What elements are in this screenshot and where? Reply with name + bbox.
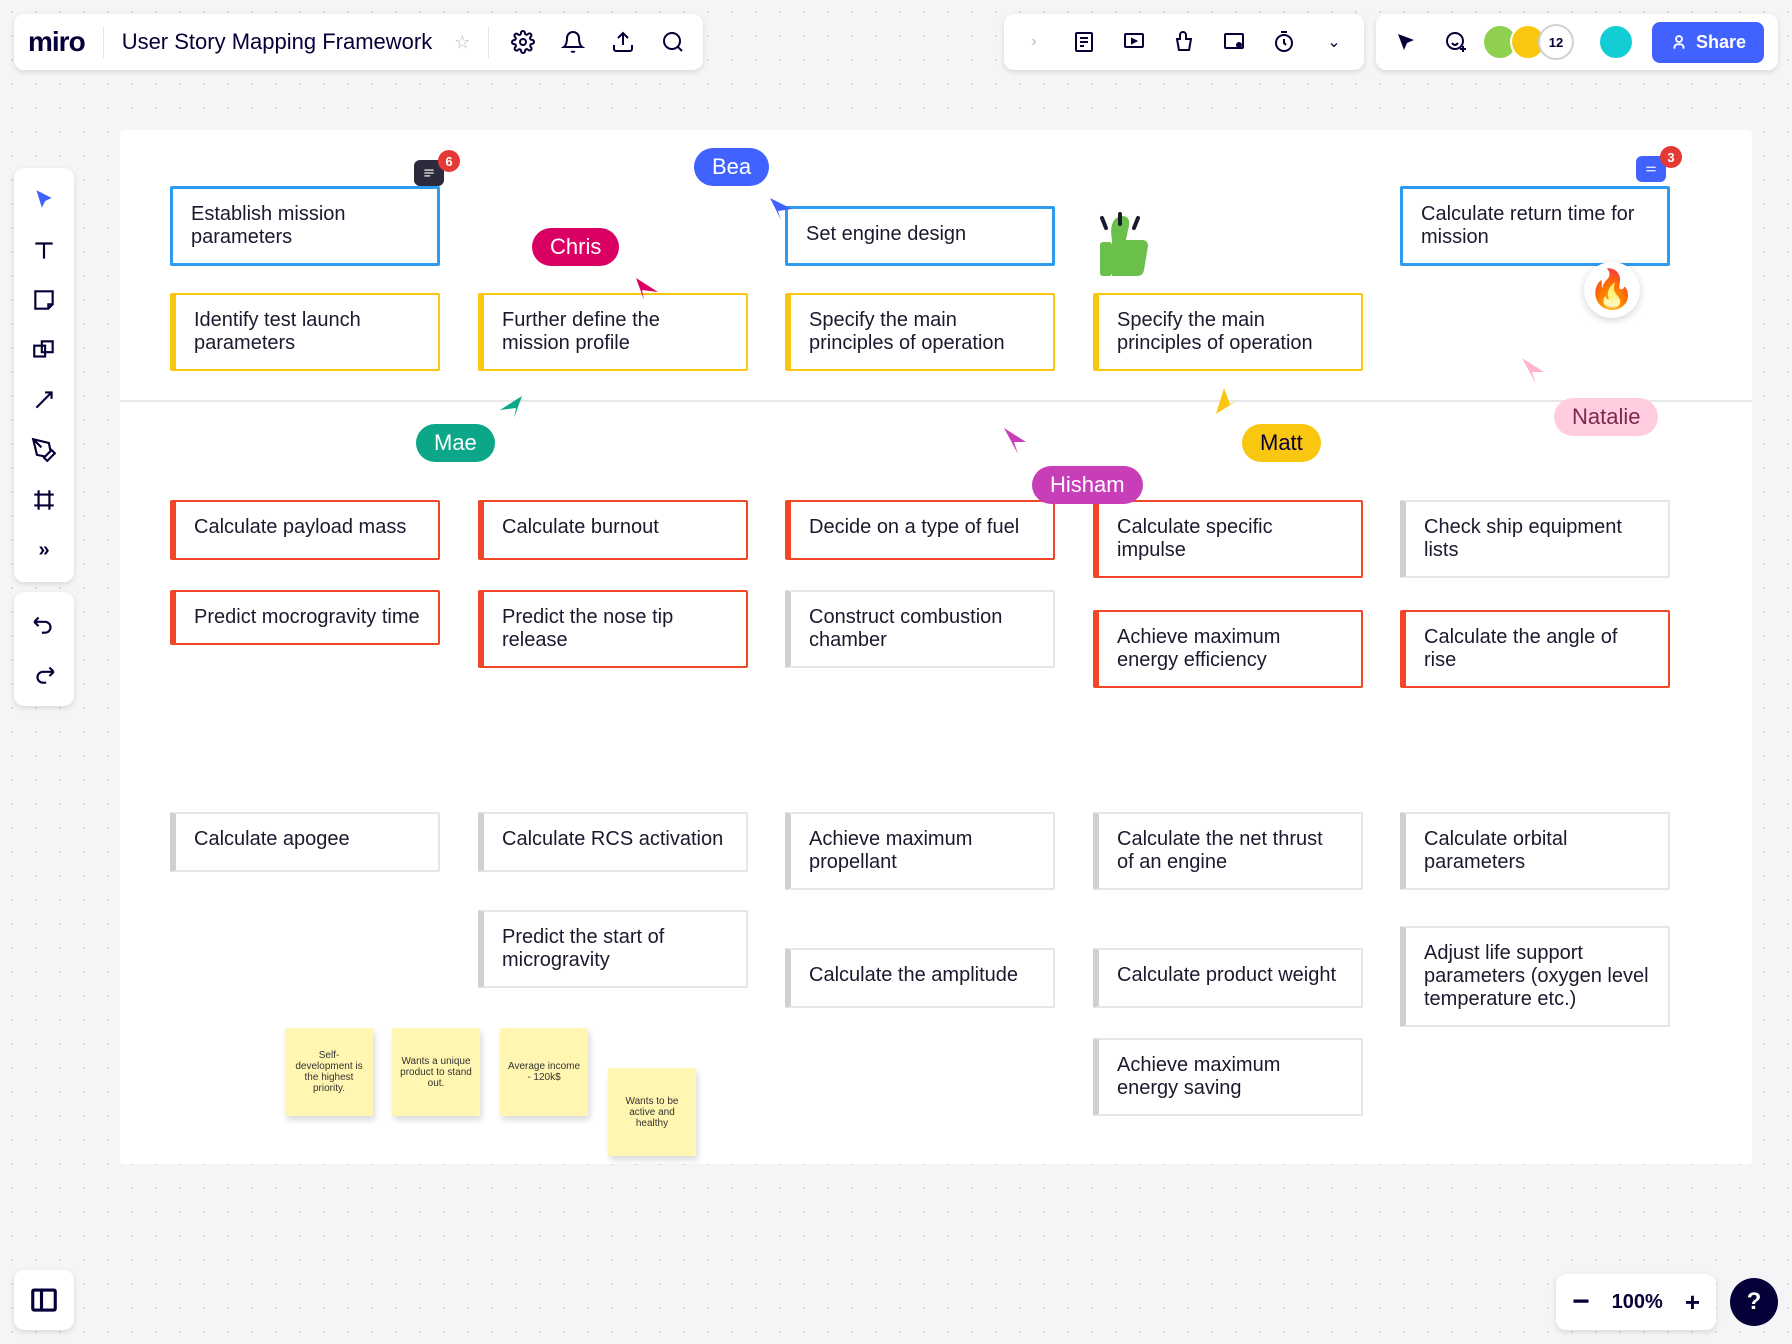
cursor-arrow-icon [636, 278, 658, 300]
bell-icon[interactable] [557, 26, 589, 58]
card-grey[interactable]: Calculate product weight [1093, 948, 1363, 1008]
sticky-note[interactable]: Wants a unique product to stand out. [392, 1028, 480, 1116]
select-tool[interactable] [22, 178, 66, 222]
search-icon[interactable] [657, 26, 689, 58]
cursor-follow-icon[interactable] [1390, 26, 1422, 58]
arrow-tool[interactable] [22, 378, 66, 422]
card-grey[interactable]: Achieve maximum energy saving [1093, 1038, 1363, 1116]
card-red[interactable]: Achieve maximum energy efficiency [1093, 610, 1363, 688]
card-red[interactable]: Decide on a type of fuel [785, 500, 1055, 560]
sticky-note[interactable]: Average income - 120k$ [500, 1028, 588, 1116]
card-blue[interactable]: Establish mission parameters [170, 186, 440, 266]
avatar-self[interactable] [1598, 24, 1634, 60]
reactions-icon[interactable] [1440, 26, 1472, 58]
collab-panel: 12 Share [1376, 14, 1778, 70]
cursor-label: Natalie [1554, 398, 1658, 436]
cursor-arrow-icon [500, 396, 522, 418]
card-yellow[interactable]: Specify the main principles of operation [1093, 293, 1363, 371]
more-icon[interactable]: ⌄ [1318, 26, 1350, 58]
card-yellow[interactable]: Identify test launch parameters [170, 293, 440, 371]
center-tools-panel: › ⌄ [1004, 14, 1364, 70]
card-red[interactable]: Calculate the angle of rise [1400, 610, 1670, 688]
tools-panel: » [14, 168, 74, 582]
pen-tool[interactable] [22, 428, 66, 472]
avatar-count[interactable]: 12 [1538, 24, 1574, 60]
card-grey[interactable]: Predict the start of microgravity [478, 910, 748, 988]
comment-count: 3 [1660, 146, 1682, 168]
star-icon[interactable]: ☆ [454, 32, 470, 53]
share-label: Share [1696, 32, 1746, 53]
cursor-label: Mae [416, 424, 495, 462]
help-button[interactable]: ? [1730, 1278, 1778, 1326]
card-yellow[interactable]: Specify the main principles of operation [785, 293, 1055, 371]
card-grey[interactable]: Calculate the amplitude [785, 948, 1055, 1008]
card-grey[interactable]: Construct combustion chamber [785, 590, 1055, 668]
more-tools[interactable]: » [22, 528, 66, 572]
text-tool[interactable] [22, 228, 66, 272]
cursor-arrow-icon [1004, 428, 1026, 454]
undo-button[interactable] [22, 602, 66, 646]
redo-button[interactable] [22, 652, 66, 696]
canvas-separator [120, 400, 1752, 402]
board-title[interactable]: User Story Mapping Framework [122, 29, 437, 55]
notes-icon[interactable] [1068, 26, 1100, 58]
sticky-tool[interactable] [22, 278, 66, 322]
zoom-in-button[interactable]: + [1685, 1287, 1700, 1318]
cursor-arrow-icon [770, 198, 792, 220]
card-red[interactable]: Predict mocrogravity time [170, 590, 440, 645]
present-icon[interactable] [1118, 26, 1150, 58]
fire-icon: 🔥 [1584, 262, 1640, 318]
card-red[interactable]: Predict the nose tip release [478, 590, 748, 668]
card-grey[interactable]: Achieve maximum propellant [785, 812, 1055, 890]
card-grey[interactable]: Adjust life support parameters (oxygen l… [1400, 926, 1670, 1027]
shape-tool[interactable] [22, 328, 66, 372]
sticky-note[interactable]: Wants to be active and healthy [608, 1068, 696, 1156]
vote-icon[interactable] [1168, 26, 1200, 58]
cursor-label: Bea [694, 148, 769, 186]
sticky-note[interactable]: Self-development is the highest priority… [285, 1028, 373, 1116]
card-grey[interactable]: Calculate orbital parameters [1400, 812, 1670, 890]
history-panel [14, 592, 74, 706]
zoom-level[interactable]: 100% [1612, 1291, 1663, 1314]
minimap-button[interactable] [14, 1270, 74, 1330]
zoom-panel: − 100% + [1556, 1274, 1716, 1330]
cursor-label: Matt [1242, 424, 1321, 462]
card-grey[interactable]: Calculate the net thrust of an engine [1093, 812, 1363, 890]
card-grey[interactable]: Calculate apogee [170, 812, 440, 872]
zoom-out-button[interactable]: − [1572, 1285, 1590, 1319]
card-red[interactable]: Calculate burnout [478, 500, 748, 560]
timer-icon[interactable] [1268, 26, 1300, 58]
screen-icon[interactable] [1218, 26, 1250, 58]
divider [103, 26, 104, 58]
cursor-arrow-icon [1522, 358, 1544, 384]
comment-count: 6 [438, 150, 460, 172]
board-panel: miro User Story Mapping Framework ☆ [14, 14, 703, 70]
chevron-right-icon[interactable]: › [1018, 26, 1050, 58]
card-red[interactable]: Calculate specific impulse [1093, 500, 1363, 578]
card-blue[interactable]: Set engine design [785, 206, 1055, 266]
cursor-label: Chris [532, 228, 619, 266]
settings-icon[interactable] [507, 26, 539, 58]
card-grey[interactable]: Calculate RCS activation [478, 812, 748, 872]
card-yellow[interactable]: Further define the mission profile [478, 293, 748, 371]
frame-tool[interactable] [22, 478, 66, 522]
avatars[interactable]: 12 [1490, 24, 1574, 60]
thumbs-up-icon [1084, 210, 1156, 287]
card-grey[interactable]: Check ship equipment lists [1400, 500, 1670, 578]
app-logo[interactable]: miro [28, 26, 85, 58]
cursor-arrow-icon [1216, 388, 1238, 414]
divider [488, 26, 489, 58]
card-blue[interactable]: Calculate return time for mission [1400, 186, 1670, 266]
card-red[interactable]: Calculate payload mass [170, 500, 440, 560]
export-icon[interactable] [607, 26, 639, 58]
share-button[interactable]: Share [1652, 22, 1764, 63]
cursor-label: Hisham [1032, 466, 1143, 504]
